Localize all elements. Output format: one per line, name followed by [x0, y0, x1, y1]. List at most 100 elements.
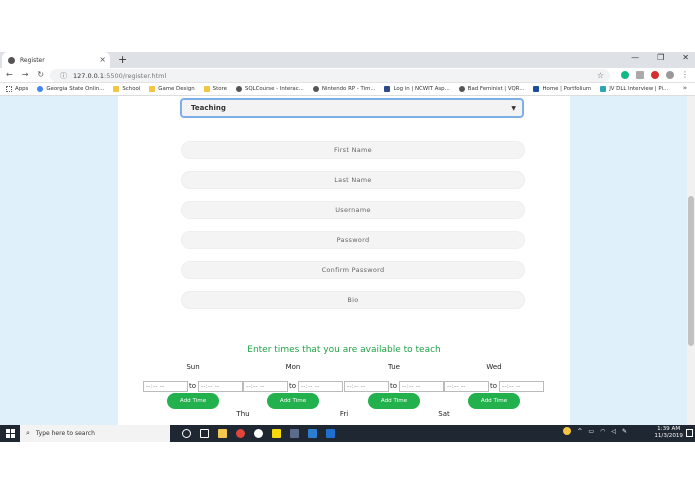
bookmark-portfolium[interactable]: Home | Portfolium: [533, 86, 591, 92]
tab-close-icon[interactable]: ×: [99, 55, 106, 64]
close-window-button[interactable]: ✕: [682, 53, 689, 62]
bookmarks-overflow-icon[interactable]: »: [683, 84, 687, 92]
confirm-password-field[interactable]: Confirm Password: [181, 261, 525, 279]
folder-icon: [203, 86, 210, 92]
bio-field[interactable]: Bio: [181, 291, 525, 309]
day-label-wed: Wed: [486, 363, 502, 371]
scrollbar-thumb[interactable]: [688, 196, 694, 346]
vscode-icon[interactable]: [308, 429, 317, 438]
last-name-field[interactable]: Last Name: [181, 171, 525, 189]
bookmark-label: Nintendo RP - Tim...: [321, 86, 376, 92]
clock-time: 1:39 AM: [657, 426, 681, 432]
forward-button[interactable]: →: [22, 70, 29, 79]
clock-date: 11/3/2019: [654, 433, 683, 439]
mon-end-time-input[interactable]: --:-- --: [298, 381, 343, 392]
system-tray: ^ ▭ ◠ ◁ ✎: [563, 427, 627, 435]
tue-end-time-input[interactable]: --:-- --: [399, 381, 444, 392]
system-clock[interactable]: 1:39 AM 11/3/2019: [654, 426, 683, 440]
sun-start-time-input[interactable]: --:-- --: [143, 381, 188, 392]
role-select[interactable]: Teaching ▼: [180, 98, 524, 118]
extensions: ⋮: [621, 71, 689, 79]
site-icon: [600, 86, 607, 92]
tab-strip: Register × + — ❐ ✕: [0, 52, 695, 68]
menu-kebab-icon[interactable]: ⋮: [681, 71, 689, 79]
bookmark-label: School: [122, 86, 141, 92]
bookmark-label: Game Design: [158, 86, 195, 92]
wed-start-time-input[interactable]: --:-- --: [444, 381, 489, 392]
tue-add-time-button[interactable]: Add Time: [368, 393, 420, 409]
page-viewport: Teaching ▼ First Name Last Name Username…: [0, 96, 687, 425]
site-icon: [458, 86, 465, 92]
notification-icon[interactable]: [686, 429, 693, 437]
new-tab-button[interactable]: +: [118, 53, 127, 66]
file-explorer-icon[interactable]: [218, 429, 227, 438]
availability-heading: Enter times that you are available to te…: [247, 345, 441, 355]
minimize-button[interactable]: —: [631, 53, 639, 62]
folder-icon: [149, 86, 156, 92]
page-scrollbar[interactable]: [687, 96, 695, 425]
bookmark-apps[interactable]: Apps: [6, 86, 28, 92]
grammarly-icon[interactable]: [621, 71, 629, 79]
chrome-icon[interactable]: [236, 429, 245, 438]
adblock-icon[interactable]: [651, 71, 659, 79]
media-app-icon[interactable]: [254, 429, 263, 438]
sun-add-time-button[interactable]: Add Time: [167, 393, 219, 409]
first-name-field[interactable]: First Name: [181, 141, 525, 159]
address-bar[interactable]: ⓘ 127.0.0.1:5500/register.html ☆: [50, 69, 610, 82]
app-icon[interactable]: [290, 429, 299, 438]
restore-button[interactable]: ❐: [657, 53, 664, 62]
bookmark-label: Apps: [15, 86, 29, 92]
sun-end-time-input[interactable]: --:-- --: [198, 381, 243, 392]
username-field[interactable]: Username: [181, 201, 525, 219]
bookmark-sqlcourse[interactable]: SQLCourse - Interac...: [235, 86, 304, 92]
profile-avatar-icon[interactable]: [666, 71, 674, 79]
bookmark-store[interactable]: Store: [203, 86, 227, 92]
pen-icon[interactable]: ✎: [622, 428, 627, 435]
sticky-notes-icon[interactable]: [272, 429, 281, 438]
info-icon[interactable]: ⓘ: [60, 71, 67, 81]
site-icon: [235, 86, 242, 92]
task-view-icon[interactable]: [200, 429, 209, 438]
bookmark-label: SQLCourse - Interac...: [244, 86, 304, 92]
url-host: 127.0.0.1: [73, 71, 105, 80]
bookmark-star-icon[interactable]: ☆: [597, 71, 604, 80]
bookmark-bad-feminist[interactable]: Bad Feminist | VQR...: [458, 86, 524, 92]
chevron-up-icon[interactable]: ^: [577, 428, 582, 435]
bookmark-label: JV DLL Interview | Pi...: [609, 86, 669, 92]
bookmark-game-design[interactable]: Game Design: [149, 86, 195, 92]
wed-end-time-input[interactable]: --:-- --: [499, 381, 544, 392]
chevron-down-icon: ▼: [511, 105, 516, 112]
cortana-icon[interactable]: [182, 429, 191, 438]
site-icon: [312, 86, 319, 92]
docs-icon[interactable]: [636, 71, 644, 79]
taskbar-search-placeholder: Type here to search: [35, 430, 95, 437]
bookmark-georgia-state[interactable]: Georgia State Onlin...: [37, 86, 104, 92]
taskbar-search-box[interactable]: ⌕ Type here to search: [20, 425, 170, 442]
volume-icon[interactable]: ◁: [611, 428, 616, 435]
bookmark-label: Log in | NCWIT Asp...: [393, 86, 450, 92]
ncwit-icon: [384, 86, 391, 92]
bookmark-nintendo[interactable]: Nintendo RP - Tim...: [312, 86, 376, 92]
wed-add-time-button[interactable]: Add Time: [468, 393, 520, 409]
password-field[interactable]: Password: [181, 231, 525, 249]
back-button[interactable]: ←: [6, 70, 13, 79]
windows-start-button[interactable]: [0, 425, 20, 442]
bookmark-ncwit[interactable]: Log in | NCWIT Asp...: [384, 86, 450, 92]
register-card: Teaching ▼ First Name Last Name Username…: [118, 96, 570, 425]
tue-start-time-input[interactable]: --:-- --: [344, 381, 389, 392]
blank-area: [0, 442, 695, 494]
visual-studio-icon[interactable]: [326, 429, 335, 438]
wifi-icon[interactable]: ◠: [600, 428, 605, 435]
mon-add-time-button[interactable]: Add Time: [267, 393, 319, 409]
taskbar-apps: [182, 429, 335, 438]
day-label-sun: Sun: [186, 363, 200, 371]
network-icon[interactable]: ▭: [588, 428, 594, 435]
to-label: to: [189, 382, 197, 390]
bookmark-jv-dll[interactable]: JV DLL Interview | Pi...: [600, 86, 668, 92]
day-label-thu: Thu: [236, 410, 250, 418]
tab-register[interactable]: Register ×: [2, 52, 110, 68]
reload-button[interactable]: ↻: [37, 70, 44, 79]
mon-start-time-input[interactable]: --:-- --: [243, 381, 288, 392]
help-icon[interactable]: [563, 427, 572, 435]
bookmark-school[interactable]: School: [113, 86, 140, 92]
